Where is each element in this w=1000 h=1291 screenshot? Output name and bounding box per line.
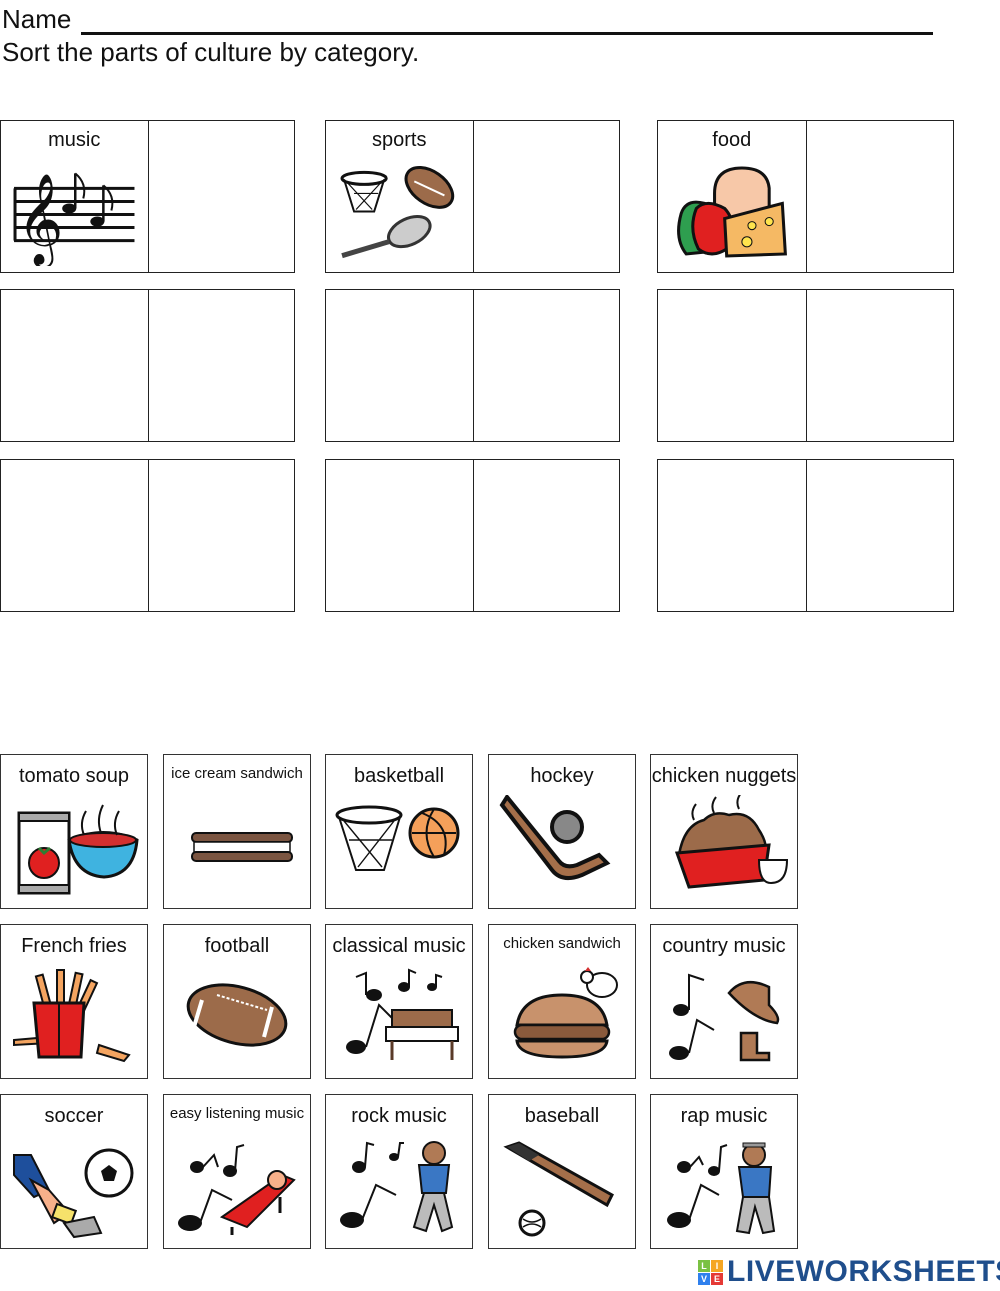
drop-zone[interactable] [326,290,473,441]
sort-table-sports-row-1: sports [325,120,620,273]
drop-zone[interactable] [1,460,148,611]
logo-blocks: L I V E [698,1259,723,1285]
card-country-music[interactable]: country music [650,924,798,1079]
logo-block: I [711,1259,723,1272]
card-football[interactable]: football [163,924,311,1079]
card-label: rap music [680,1105,768,1127]
sports-equipment-icon [334,161,465,266]
card-label: chicken nuggets [651,765,797,787]
card-label: baseball [524,1105,600,1127]
category-header-sports: sports [326,121,473,272]
sort-table-sports-row-3 [325,459,620,612]
card-label: country music [662,935,786,957]
card-chicken-sandwich[interactable]: chicken sandwich [488,924,636,1079]
music-staff-icon: 𝄞 [9,161,140,269]
sort-table-music-row-2 [0,289,295,442]
card-label: chicken sandwich [503,935,621,952]
card-label: easy listening music [169,1105,305,1122]
drop-zone[interactable] [805,460,954,611]
card-label: French fries [21,935,127,957]
card-tomato-soup[interactable]: tomato soup [0,754,148,909]
logo-block: E [711,1272,723,1285]
card-label: hockey [530,765,594,787]
logo-block: V [698,1272,710,1285]
category-label: sports [372,129,427,151]
drop-zone[interactable] [658,290,806,441]
category-header-music: music 𝄞 [1,121,148,272]
card-baseball[interactable]: baseball [488,1094,636,1249]
card-chicken-nuggets[interactable]: chicken nuggets [650,754,798,909]
drop-zone[interactable] [472,460,620,611]
card-rock-music[interactable]: rock music [325,1094,473,1249]
card-french-fries[interactable]: French fries [0,924,148,1079]
drop-zone[interactable] [658,460,806,611]
category-label: music [48,129,101,151]
card-label: ice cream sandwich [171,765,303,782]
sort-table-food-row-1: food [657,120,954,273]
category-header-food: food [658,121,806,272]
name-row: Name [2,2,934,35]
drop-zone[interactable] [1,290,148,441]
drop-zone[interactable] [472,121,620,272]
sort-table-music-row-1: music 𝄞 [0,120,295,273]
card-rap-music[interactable]: rap music [650,1094,798,1249]
sort-table-sports-row-2 [325,289,620,442]
instructions: Sort the parts of culture by category. [2,37,420,67]
name-label: Name [2,4,72,34]
card-classical-music[interactable]: classical music [325,924,473,1079]
sort-table-music-row-3 [0,459,295,612]
card-basketball[interactable]: basketball [325,754,473,909]
food-group-icon [666,161,798,266]
drop-zone[interactable] [147,121,295,272]
card-label: classical music [332,935,466,957]
logo-text: LIVEWORKSHEETS [727,1255,1000,1288]
drop-zone[interactable] [147,290,295,441]
drop-zone[interactable] [805,121,954,272]
sort-table-food-row-2 [657,289,954,442]
drop-zone[interactable] [147,460,295,611]
svg-text:𝄞: 𝄞 [17,174,63,266]
card-soccer[interactable]: soccer [0,1094,148,1249]
card-easy-listening-music[interactable]: easy listening music [163,1094,311,1249]
card-label: basketball [353,765,445,787]
drop-zone[interactable] [805,290,954,441]
category-label: food [712,129,752,151]
liveworksheets-logo: L I V E LIVEWORKSHEETS [698,1255,1000,1289]
logo-block: L [698,1259,710,1272]
card-label: rock music [351,1105,447,1127]
name-line [81,2,934,35]
drop-zone[interactable] [472,290,620,441]
card-label: tomato soup [18,765,130,787]
sort-table-food-row-3 [657,459,954,612]
card-ice-cream-sandwich[interactable]: ice cream sandwich [163,754,311,909]
card-label: soccer [44,1105,104,1127]
drop-zone[interactable] [326,460,473,611]
card-hockey[interactable]: hockey [488,754,636,909]
card-label: football [204,935,270,957]
